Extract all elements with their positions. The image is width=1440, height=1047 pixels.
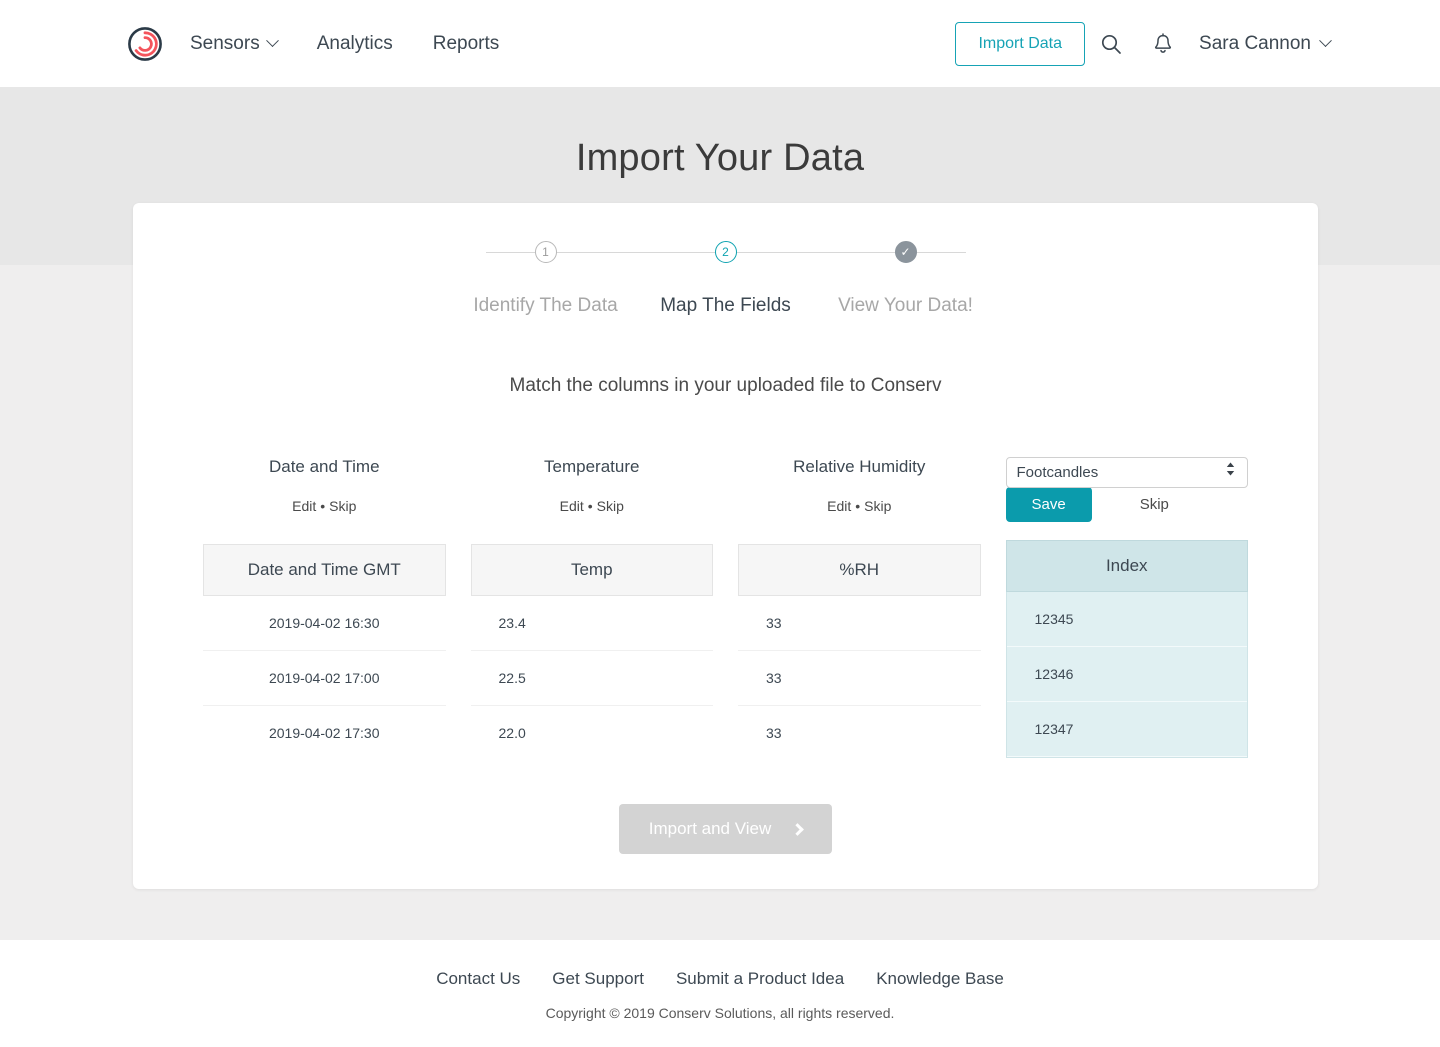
nav-item-reports[interactable]: Reports [413, 33, 520, 55]
edit-link[interactable]: Edit [560, 498, 584, 514]
separator-dot: • [855, 498, 861, 514]
table-row: 12347 [1006, 702, 1247, 757]
import-and-view-label: Import and View [648, 819, 772, 838]
step-marker-2[interactable]: 2 [714, 241, 737, 263]
preview-table-header: Date and Time GMT [203, 544, 446, 596]
user-menu-name: Sara Cannon [1199, 32, 1311, 54]
mapping-instructions: Match the columns in your uploaded file … [509, 375, 942, 396]
mapping-column-save-actions: Save Skip [1005, 486, 1249, 522]
skip-link[interactable]: Skip [329, 498, 356, 514]
table-row: 2019-04-02 17:30 [268, 725, 380, 741]
mapping-column-title: Temperature [544, 457, 640, 476]
mapping-column-temperature: Temperature Edit • Skip Temp 23.4 22.5 22.… [470, 457, 714, 760]
mapping-column-date-and-time: Date and Time Edit • Skip Date and Time GM… [203, 457, 446, 760]
mapping-column-title: Date and Time [268, 457, 380, 476]
field-type-select[interactable]: Footcandles Lux UV Index [1005, 457, 1248, 488]
table-row: 2019-04-02 17:00 [203, 651, 446, 706]
chevron-down-icon [265, 34, 279, 48]
step-label-3: View Your Data! [838, 295, 973, 316]
preview-table: Date and Time GMT 2019-04-02 16:30 2019-… [203, 544, 446, 760]
top-navbar: Sensors Analytics Reports Import Data Sa… [0, 0, 1440, 87]
nav-actions: Import Data Sara Cannon [955, 21, 1332, 66]
stepper-step-1[interactable]: 1 Identify The Data [456, 234, 636, 317]
mapping-column-title: Relative Humidity [793, 457, 926, 476]
stepper-step-3[interactable]: ✓ View Your Data! [816, 234, 996, 317]
mapping-column-index-unmapped: Footcandles Lux UV Index Save Skip [1005, 457, 1249, 758]
table-row: 33 [766, 725, 782, 741]
step-label-2: Map The Fields [660, 295, 791, 316]
preview-table-body: 33 33 33 [738, 596, 981, 760]
preview-table-body: 23.4 22.5 22.0 [470, 596, 713, 760]
preview-table-body: 2019-04-02 16:30 2019-04-02 17:00 2019-0… [203, 596, 446, 760]
preview-table-header: Temp [470, 544, 713, 596]
mapping-column-actions: Edit • Skip [471, 498, 714, 518]
step-label-1: Identify The Data [473, 295, 618, 316]
step-marker-3-check-icon[interactable]: ✓ [894, 241, 917, 263]
preview-table: %RH 33 33 33 [738, 544, 981, 760]
preview-table: Index 12345 12346 12347 [1005, 540, 1248, 758]
cta-container: Import and View [133, 804, 1318, 854]
preview-table: Temp 23.4 22.5 22.0 [470, 544, 713, 760]
nav-item-sensors-label: Sensors [190, 32, 260, 54]
table-row: 22.5 [470, 651, 713, 706]
nav-item-analytics[interactable]: Analytics [297, 33, 413, 55]
site-footer: Contact Us Get Support Submit a Product … [0, 940, 1440, 1047]
column-mapping-grid: Date and Time Edit • Skip Date and Time GM… [203, 457, 1248, 760]
page-background: Import Your Data 1 Identify The Data 2 M… [0, 87, 1440, 940]
primary-nav: Sensors Analytics Reports [190, 33, 519, 55]
step-marker-1[interactable]: 1 [534, 241, 557, 263]
chevron-right-icon [791, 822, 805, 836]
nav-item-analytics-label: Analytics [316, 32, 393, 54]
save-button[interactable]: Save [1005, 486, 1092, 522]
nav-item-sensors[interactable]: Sensors [190, 33, 297, 55]
table-row: 33 [738, 651, 981, 706]
separator-dot: • [587, 498, 593, 514]
preview-table-header: Index [1005, 540, 1248, 592]
preview-table-body: 12345 12346 12347 [1005, 592, 1248, 758]
table-row: 2019-04-02 16:30 [203, 596, 446, 651]
stepper-step-2[interactable]: 2 Map The Fields [636, 234, 816, 317]
field-type-select-wrapper: Footcandles Lux UV Index [1005, 457, 1248, 488]
edit-link[interactable]: Edit [292, 498, 316, 514]
footer-link-knowledge-base[interactable]: Knowledge Base [876, 969, 1004, 989]
footer-links: Contact Us Get Support Submit a Product … [0, 969, 1440, 989]
table-row: 22.0 [498, 725, 526, 741]
table-row: 12345 [1006, 592, 1247, 647]
mapping-column-relative-humidity: Relative Humidity Edit • Skip %RH 33 33 33 [738, 457, 981, 760]
table-row: 33 [738, 596, 981, 651]
page-title: Import Your Data [575, 137, 865, 179]
import-wizard-card: 1 Identify The Data 2 Map The Fields ✓ V… [133, 203, 1318, 889]
edit-link[interactable]: Edit [827, 498, 851, 514]
chevron-down-icon [1319, 34, 1332, 48]
footer-link-submit-a-product-idea[interactable]: Submit a Product Idea [676, 969, 844, 989]
mapping-column-actions: Edit • Skip [738, 498, 981, 518]
nav-item-reports-label: Reports [432, 32, 500, 54]
user-menu[interactable]: Sara Cannon [1199, 32, 1332, 55]
skip-link[interactable]: Skip [597, 498, 624, 514]
preview-table-header: %RH [738, 544, 981, 596]
separator-dot: • [320, 498, 326, 514]
import-data-button[interactable]: Import Data [955, 21, 1086, 66]
wizard-stepper: 1 Identify The Data 2 Map The Fields ✓ V… [456, 234, 996, 317]
skip-link[interactable]: Skip [1140, 496, 1169, 513]
import-and-view-button[interactable]: Import and View [618, 804, 833, 854]
footer-link-get-support[interactable]: Get Support [552, 969, 644, 989]
footer-link-contact-us[interactable]: Contact Us [436, 969, 520, 989]
bell-icon[interactable] [1137, 22, 1189, 66]
conserv-spiral-logo-icon[interactable] [128, 26, 162, 61]
copyright-text: Copyright © 2019 Conserv Solutions, all … [545, 1005, 895, 1021]
mapping-column-actions: Edit • Skip [203, 498, 446, 518]
skip-link[interactable]: Skip [864, 498, 891, 514]
table-row: 12346 [1006, 647, 1247, 702]
table-row: 23.4 [470, 596, 713, 651]
search-icon[interactable] [1085, 22, 1137, 66]
